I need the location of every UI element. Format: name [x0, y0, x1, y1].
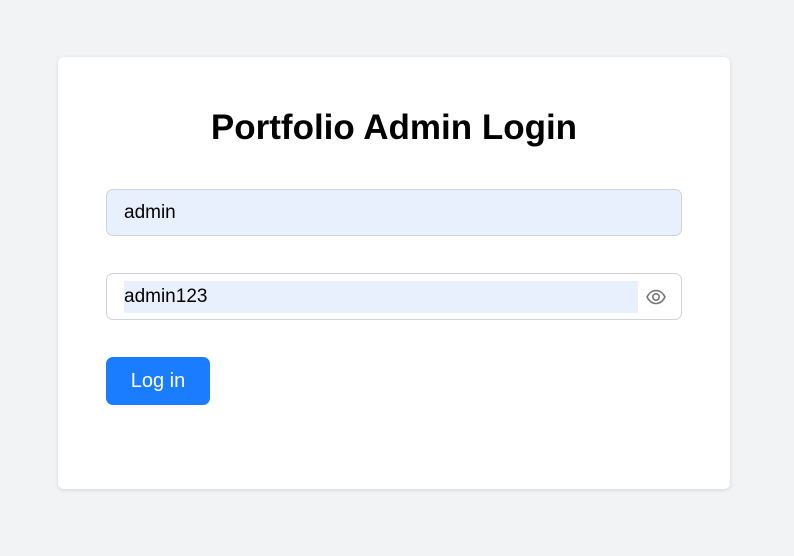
password-input[interactable] [124, 281, 638, 313]
page-title: Portfolio Admin Login [210, 108, 578, 147]
login-card: Portfolio Admin Login Log in [58, 57, 730, 489]
username-input[interactable] [124, 190, 664, 235]
login-button[interactable]: Log in [106, 357, 210, 405]
eye-icon[interactable] [645, 286, 667, 308]
password-field-container [106, 273, 682, 320]
username-field-container [106, 189, 682, 236]
